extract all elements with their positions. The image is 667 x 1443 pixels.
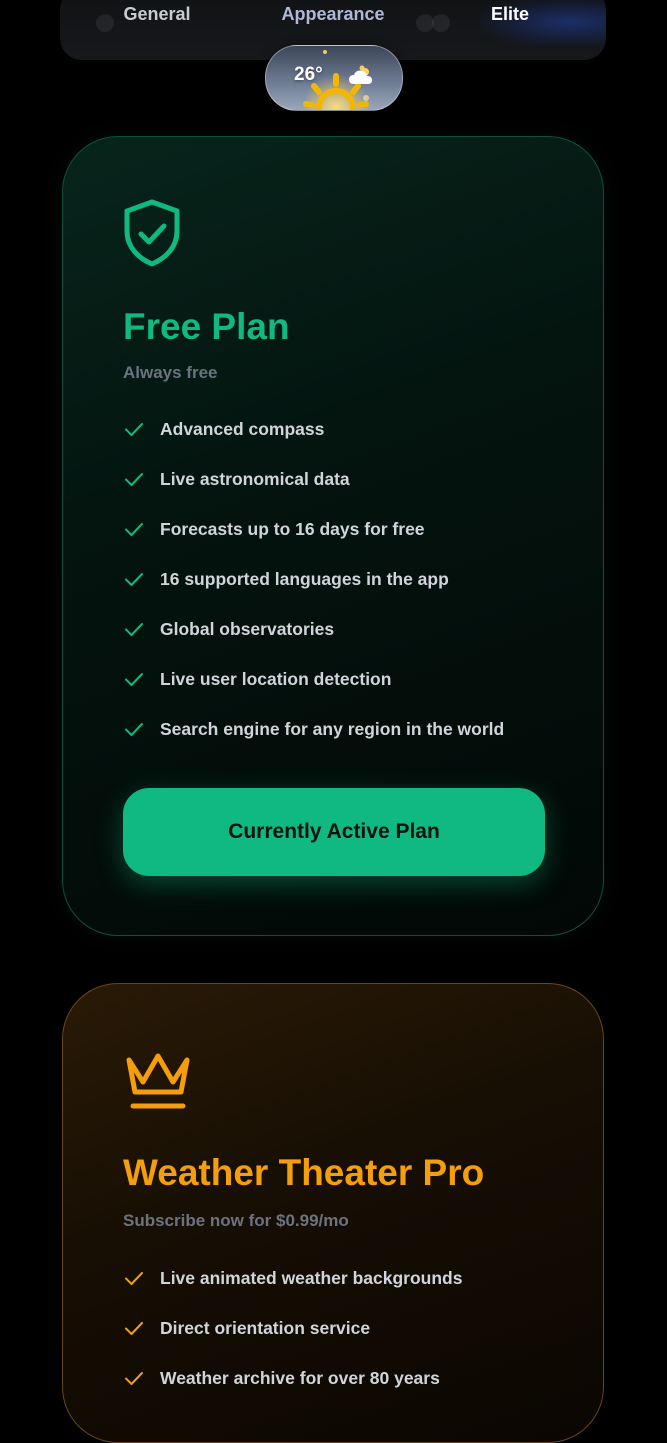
check-icon xyxy=(125,573,143,586)
list-item: Global observatories xyxy=(123,617,504,667)
list-item: Direct orientation service xyxy=(123,1316,462,1366)
check-icon xyxy=(125,523,143,536)
pro-plan-subtitle: Subscribe now for $0.99/mo xyxy=(123,1211,349,1230)
pro-plan-card: Weather Theater Pro Subscribe now for $0… xyxy=(62,983,604,1443)
list-item: Advanced compass xyxy=(123,417,504,467)
check-icon xyxy=(125,623,143,636)
tab-general[interactable]: General xyxy=(112,2,202,26)
check-icon xyxy=(125,1322,143,1335)
feature-label: Live user location detection xyxy=(160,669,392,689)
feature-label: Live astronomical data xyxy=(160,469,350,489)
list-item: Search engine for any region in the worl… xyxy=(123,717,504,767)
check-icon xyxy=(125,473,143,486)
free-plan-subtitle: Always free xyxy=(123,363,218,382)
feature-label: Global observatories xyxy=(160,619,335,639)
feature-label: Advanced compass xyxy=(160,419,325,439)
free-plan-card: Free Plan Always free Advanced compass L… xyxy=(62,136,604,936)
tab-appearance[interactable]: Appearance xyxy=(268,2,398,26)
tab-elite[interactable]: Elite xyxy=(478,2,542,26)
sun-scene-icon xyxy=(302,50,370,110)
check-icon xyxy=(125,1272,143,1285)
free-plan-title: Free Plan xyxy=(123,306,290,347)
feature-label: Direct orientation service xyxy=(160,1318,371,1338)
temperature-label: 26° xyxy=(294,64,323,85)
star-icon xyxy=(432,14,450,32)
partly-cloudy-icon xyxy=(349,68,372,84)
list-item: Live astronomical data xyxy=(123,467,504,517)
currently-active-plan-button[interactable]: Currently Active Plan xyxy=(123,788,545,876)
feature-label: Forecasts up to 16 days for free xyxy=(160,519,425,539)
check-icon xyxy=(125,423,143,436)
check-icon xyxy=(125,1372,143,1385)
pro-plan-feature-list: Live animated weather backgrounds Direct… xyxy=(123,1266,462,1416)
shield-check-icon xyxy=(124,199,180,267)
list-item: Live animated weather backgrounds xyxy=(123,1266,462,1316)
feature-label: Live animated weather backgrounds xyxy=(160,1268,463,1288)
feature-label: Weather archive for over 80 years xyxy=(160,1368,440,1388)
check-icon xyxy=(125,673,143,686)
list-item: Weather archive for over 80 years xyxy=(123,1366,462,1416)
weather-widget[interactable]: 26° xyxy=(265,45,403,111)
free-plan-feature-list: Advanced compass Live astronomical data … xyxy=(123,417,504,767)
crown-icon xyxy=(126,1053,190,1109)
list-item: Forecasts up to 16 days for free xyxy=(123,517,504,567)
feature-label: Search engine for any region in the worl… xyxy=(160,719,505,739)
check-icon xyxy=(125,723,143,736)
feature-label: 16 supported languages in the app xyxy=(160,569,449,589)
list-item: Live user location detection xyxy=(123,667,504,717)
pro-plan-title: Weather Theater Pro xyxy=(123,1152,485,1193)
list-item: 16 supported languages in the app xyxy=(123,567,504,617)
